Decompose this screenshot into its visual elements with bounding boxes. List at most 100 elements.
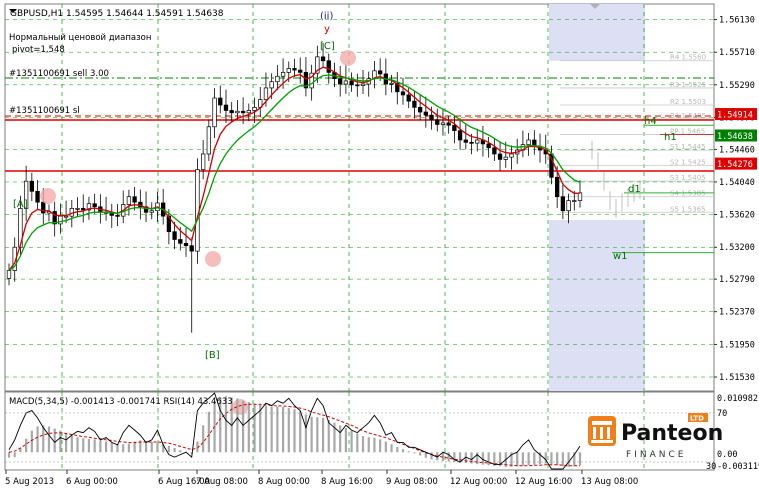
- wave-label-a: [A]: [13, 199, 28, 210]
- candle-body: [412, 100, 417, 108]
- time-tick-label: 5 Aug 2013: [5, 477, 54, 487]
- candle-body: [149, 210, 154, 213]
- price-tick-label: 1.52370: [719, 308, 755, 318]
- pivot-line-label: R2 1.5503: [670, 98, 706, 106]
- candle-body: [457, 130, 463, 141]
- candle-body: [497, 153, 503, 160]
- candle-body: [298, 69, 303, 73]
- pivot-line-label: R4 1.5560: [670, 54, 706, 62]
- level-label-d1: d1: [628, 184, 641, 195]
- price-tick-label: 1.55710: [719, 48, 755, 58]
- price-tick-label: 1.55290: [719, 81, 755, 91]
- pivot-line-label: S2 1.5425: [670, 159, 706, 167]
- candle-body: [446, 122, 451, 126]
- candle-body: [526, 139, 531, 146]
- candle-body: [183, 242, 189, 247]
- candle-body: [115, 215, 120, 217]
- candle-body: [360, 83, 366, 86]
- pivot-line-label: S3 1.5405: [670, 174, 706, 182]
- price-badge-label: 1.54914: [717, 111, 753, 121]
- time-tick-label: 8 Aug 00:00: [258, 477, 310, 487]
- candle-body: [292, 68, 297, 71]
- brand-badge-text: LTD: [690, 415, 704, 423]
- candle-body: [81, 208, 86, 211]
- price-tick-label: 1.52790: [719, 275, 755, 285]
- candle-body: [475, 139, 480, 144]
- candle-body: [212, 97, 217, 128]
- price-badge-label: 1.54638: [717, 132, 753, 142]
- price-axis: 1.561301.557101.552901.548701.544601.540…: [714, 16, 755, 383]
- stop-loss-label: #1351100691 sl: [9, 106, 80, 116]
- candle-body: [417, 107, 423, 113]
- time-tick-label: 13 Aug 08:00: [581, 477, 638, 487]
- candle-body: [206, 126, 212, 155]
- candle-body: [275, 75, 280, 83]
- candle-body: [469, 141, 474, 144]
- price-tick-label: 1.51950: [719, 340, 755, 350]
- shaded-zone: [549, 220, 645, 391]
- pivot-line-label: S4 1.5385: [670, 190, 706, 198]
- price-tick-label: 1.53620: [719, 211, 755, 221]
- candle-body: [435, 119, 440, 125]
- candle-body: [6, 270, 12, 279]
- price-badge-label: 1.54276: [717, 160, 753, 170]
- candle-body: [429, 114, 434, 121]
- sell-order-label: #1351100691 sell 3.00: [9, 69, 109, 79]
- macd-min-tick: -0.003119: [717, 462, 759, 472]
- candle-body: [189, 245, 194, 252]
- candle-body: [389, 82, 394, 85]
- candle-body: [132, 196, 137, 203]
- price-tick-label: 1.56130: [719, 16, 755, 26]
- candle-body: [577, 192, 583, 201]
- rsi-70-tick: 70: [717, 409, 727, 419]
- candle-body: [172, 231, 177, 240]
- wave-marker-c: [340, 50, 356, 66]
- candle-body: [58, 215, 63, 225]
- candle-body: [240, 110, 246, 114]
- price-tick-label: 1.54040: [719, 178, 755, 188]
- candle-body: [560, 196, 566, 212]
- brand-tagline: FINANCE: [626, 450, 686, 460]
- candle-body: [69, 208, 74, 217]
- level-label-h4: h4: [644, 116, 657, 127]
- candle-body: [486, 143, 491, 149]
- time-tick-label: 12 Aug 00:00: [450, 477, 507, 487]
- candle-body: [218, 97, 223, 106]
- chart-canvas[interactable]: R4 1.5560R3 1.5525R2 1.5503R1 1.5485PP 1…: [0, 0, 759, 493]
- candle-body: [235, 110, 240, 114]
- time-axis: 5 Aug 2013 6 Aug 00:00 6 Aug 16:007 Aug 08…: [5, 470, 638, 487]
- candle-body: [29, 180, 34, 192]
- candle-body: [343, 80, 349, 85]
- wave-label-y: y: [324, 24, 330, 35]
- candle-body: [92, 203, 97, 208]
- candle-body: [229, 110, 234, 114]
- candle-body: [440, 122, 446, 125]
- candle-body: [269, 81, 274, 89]
- candle-body: [555, 176, 560, 198]
- time-tick-label: 12 Aug 16:00: [515, 477, 572, 487]
- rsi-30-tick: 30: [706, 462, 716, 472]
- symbol-label: GBPUSD,H1 1.54595 1.54644 1.54591 1.5463…: [10, 9, 224, 19]
- candle-body: [503, 156, 508, 160]
- candle-body: [320, 56, 326, 62]
- level-label-h1: h1: [664, 132, 677, 143]
- time-tick-label: 7 Aug 08:00: [196, 477, 248, 487]
- candle-body: [509, 153, 514, 158]
- pivot-label: pivot=1.548: [12, 45, 65, 55]
- pivot-line-label: S1 1.5445: [670, 143, 706, 151]
- chart-root: R4 1.5560 R3 1.5525 R2 1.5503 R1 1.5485 PP 1…: [0, 0, 759, 493]
- price-tick-label: 1.53200: [719, 243, 755, 253]
- brand-name: Panteon: [621, 421, 723, 446]
- indicator-title: MACD(5,34,5) -0.001413 -0.001741 RSI(14)…: [9, 397, 233, 407]
- candle-body: [406, 94, 411, 102]
- candle-body: [178, 239, 183, 244]
- candle-body: [41, 201, 46, 214]
- wave-marker-b: [205, 251, 221, 267]
- candle-body: [566, 200, 571, 212]
- candle-body: [338, 78, 343, 85]
- candle-body: [400, 91, 406, 96]
- wave-label-c: [C]: [320, 41, 335, 52]
- macd-max-tick: 0.010982: [717, 394, 758, 404]
- candle-body: [349, 80, 354, 86]
- candle-body: [126, 196, 132, 205]
